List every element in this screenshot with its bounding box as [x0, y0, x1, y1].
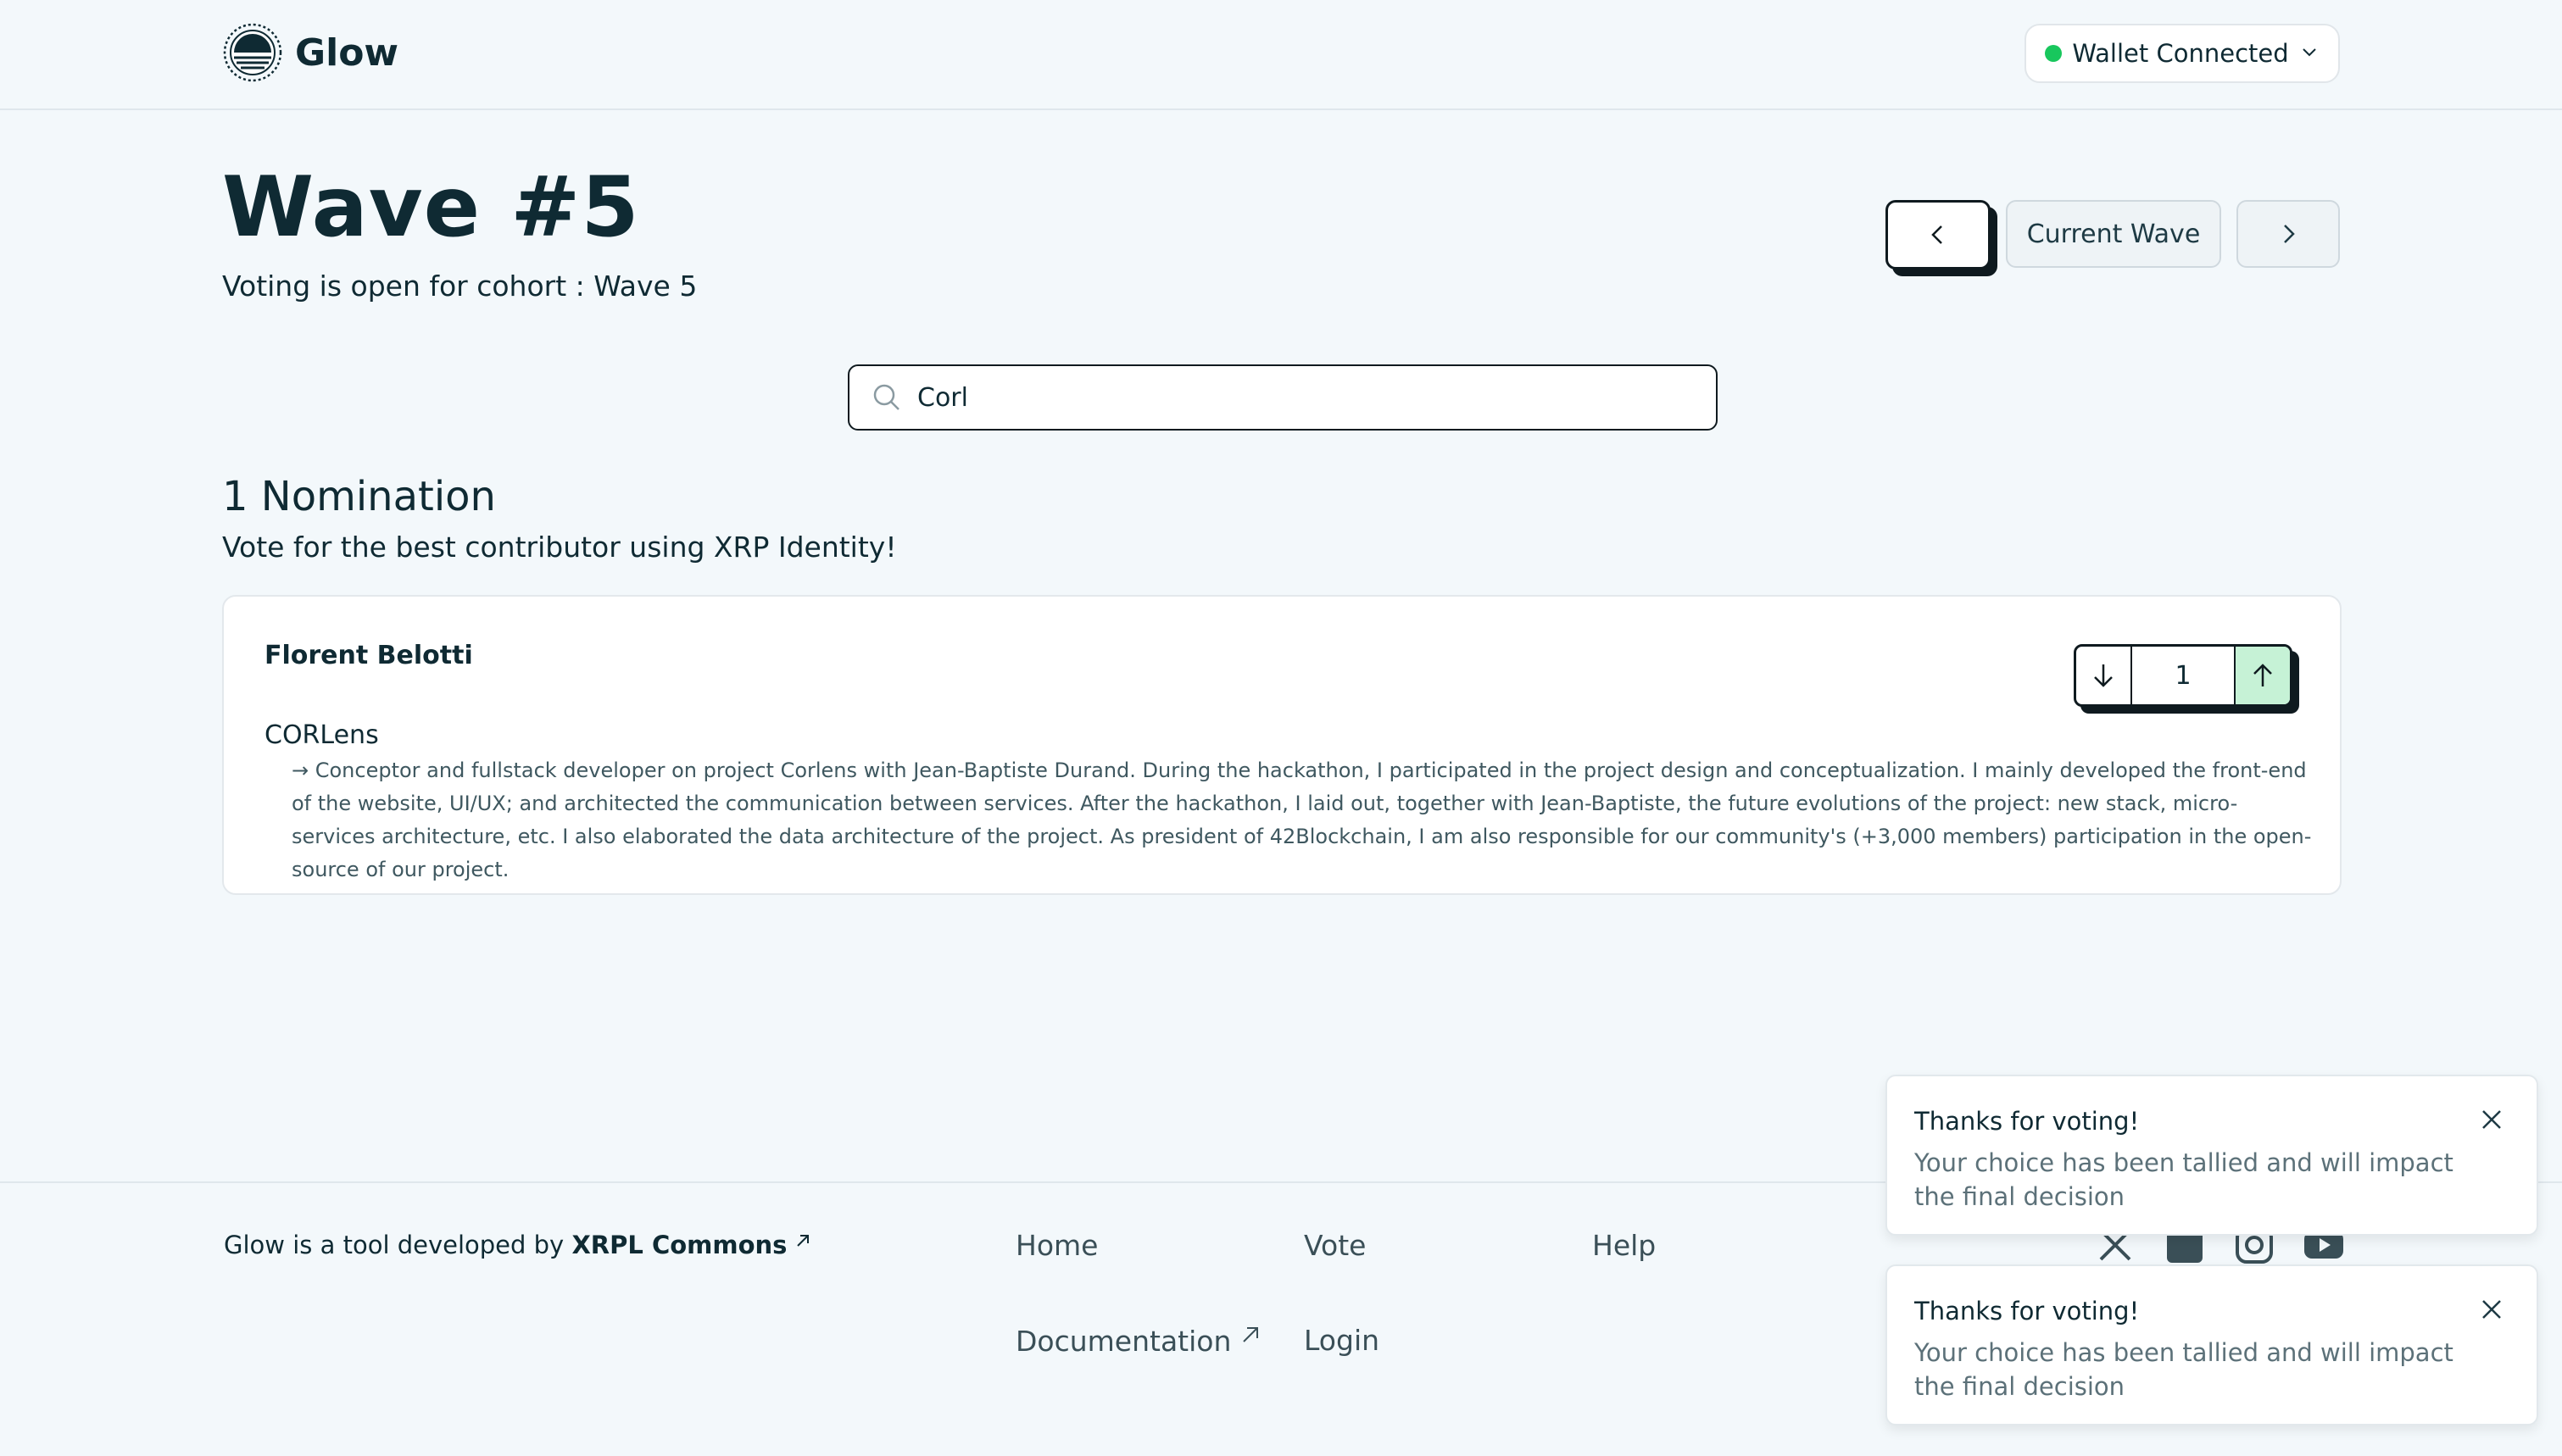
arrow-down-icon — [2094, 664, 2113, 687]
search-input[interactable] — [916, 381, 1682, 414]
wallet-label: Wallet Connected — [2072, 39, 2289, 68]
nomination-card: Florent Belotti CORLens → Conceptor and … — [222, 595, 2342, 895]
chevron-down-icon — [2299, 39, 2320, 68]
search-box — [848, 364, 1718, 431]
vote-stepper: 1 — [2074, 644, 2292, 707]
chevron-right-icon — [2284, 225, 2295, 243]
footer-link-help[interactable]: Help — [1592, 1229, 1656, 1262]
footer-link-vote[interactable]: Vote — [1304, 1229, 1366, 1262]
external-link-icon — [1243, 1327, 1259, 1342]
arrow-up-icon — [2253, 664, 2272, 686]
toast-title: Thanks for voting! — [1914, 1107, 2140, 1136]
close-icon[interactable] — [2477, 1295, 2506, 1324]
page-title: Wave #5 — [222, 159, 640, 256]
chevron-left-icon — [1931, 225, 1942, 244]
upvote-button[interactable] — [2234, 647, 2290, 704]
close-icon[interactable] — [2477, 1105, 2506, 1134]
downvote-button[interactable] — [2076, 647, 2132, 704]
project-name: CORLens — [265, 720, 379, 750]
toast-notification: Thanks for voting! Your choice has been … — [1885, 1264, 2538, 1425]
vote-count: 1 — [2175, 660, 2192, 691]
glow-sun-logo-icon — [223, 23, 282, 82]
next-wave-button[interactable] — [2236, 200, 2340, 268]
wallet-connected-dropdown[interactable]: Wallet Connected — [2025, 24, 2340, 83]
toast-message: Your choice has been tallied and will im… — [1914, 1148, 2453, 1211]
footer-credit: Glow is a tool developed by XRPL Commons — [224, 1231, 812, 1259]
wave-navigation: Current Wave — [1885, 200, 2340, 270]
external-link-icon — [797, 1235, 810, 1247]
search-icon — [873, 384, 899, 410]
footer-link-home[interactable]: Home — [1016, 1229, 1098, 1262]
toast-notification: Thanks for voting! Your choice has been … — [1885, 1075, 2538, 1236]
nomination-subtitle: Vote for the best contributor using XRP … — [222, 531, 897, 564]
footer-link-login[interactable]: Login — [1304, 1324, 1379, 1357]
toast-title: Thanks for voting! — [1914, 1297, 2140, 1325]
top-header: Glow Wallet Connected — [0, 0, 2562, 110]
nomination-description: → Conceptor and fullstack developer on p… — [292, 759, 2312, 881]
current-wave-button[interactable]: Current Wave — [2006, 200, 2221, 268]
brand-name: Glow — [295, 31, 399, 75]
brand-logo[interactable]: Glow — [222, 22, 398, 83]
credit-prefix: Glow is a tool developed by — [224, 1231, 565, 1259]
nomination-count: 1 Nomination — [222, 473, 496, 520]
toast-message: Your choice has been tallied and will im… — [1914, 1338, 2453, 1401]
footer-link-documentation[interactable]: Documentation — [1016, 1324, 1262, 1358]
wallet-status-dot — [2045, 45, 2063, 62]
page-subtitle: Voting is open for cohort : Wave 5 — [222, 270, 698, 303]
xrpl-commons-link[interactable]: XRPL Commons — [571, 1231, 787, 1259]
nominee-name: Florent Belotti — [265, 641, 473, 670]
previous-wave-button[interactable] — [1885, 200, 1991, 270]
documentation-label: Documentation — [1016, 1325, 1232, 1358]
